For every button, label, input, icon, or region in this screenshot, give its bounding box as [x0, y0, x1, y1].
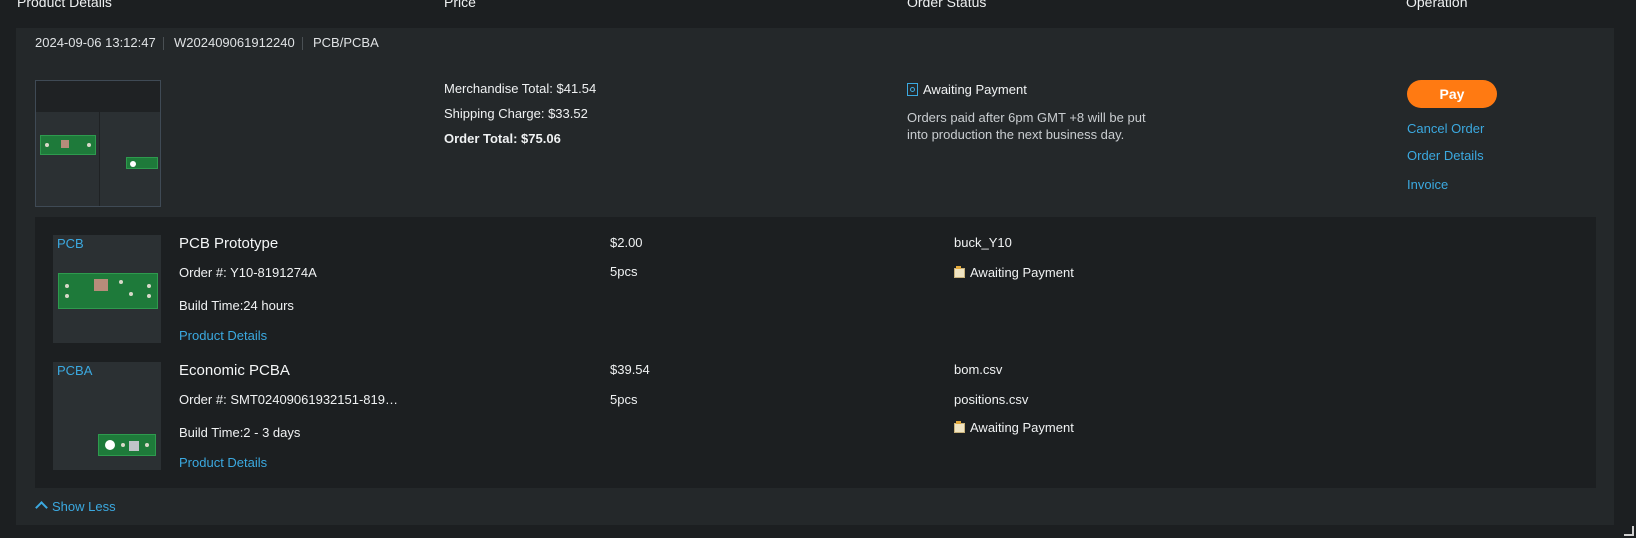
header-operation: Operation — [1406, 0, 1468, 10]
pcb-image — [58, 273, 158, 309]
header-product-details: Product Details — [17, 0, 112, 10]
doc-search-icon — [907, 83, 918, 96]
item-thumbnail[interactable]: PCBA — [53, 362, 161, 470]
show-less-toggle[interactable]: Show Less — [35, 499, 116, 514]
header-price: Price — [444, 0, 476, 10]
order-status: Awaiting Payment — [907, 82, 1027, 97]
item-file[interactable]: positions.csv — [954, 392, 1028, 407]
item-build-time: Build Time:24 hours — [179, 298, 294, 313]
order-total: Order Total: $75.06 — [444, 131, 561, 146]
item-title: PCB Prototype — [179, 235, 279, 252]
folder-icon — [954, 421, 965, 433]
cancel-order-link[interactable]: Cancel Order — [1407, 121, 1484, 136]
pcba-image — [126, 157, 158, 169]
item-quantity: 5pcs — [610, 392, 638, 407]
order-details-link[interactable]: Order Details — [1407, 148, 1484, 163]
shipping-charge: Shipping Charge: $33.52 — [444, 106, 588, 121]
pcba-image — [98, 434, 156, 456]
meta-divider — [163, 37, 164, 50]
item-tag: PCBA — [57, 363, 93, 378]
meta-divider — [302, 37, 303, 50]
item-build-time: Build Time:2 - 3 days — [179, 425, 301, 440]
item-file[interactable]: bom.csv — [954, 362, 1002, 377]
item-price: $39.54 — [610, 362, 650, 377]
item-price: $2.00 — [610, 235, 643, 250]
order-id: W202409061912240 — [174, 35, 295, 50]
item-thumbnail[interactable]: PCB — [53, 235, 161, 343]
invoice-link[interactable]: Invoice — [1407, 177, 1448, 192]
item-file[interactable]: buck_Y10 — [954, 235, 1012, 250]
product-details-link[interactable]: Product Details — [179, 455, 267, 470]
item-quantity: 5pcs — [610, 264, 638, 279]
header-order-status: Order Status — [907, 0, 987, 10]
chevron-up-icon — [35, 501, 48, 514]
order-thumbnail[interactable] — [35, 80, 161, 207]
item-status: Awaiting Payment — [954, 265, 1074, 280]
pcb-image — [40, 135, 96, 155]
pay-button[interactable]: Pay — [1407, 80, 1497, 108]
resize-handle[interactable] — [1624, 526, 1636, 538]
status-note: Orders paid after 6pm GMT +8 will be put… — [907, 110, 1146, 142]
item-status: Awaiting Payment — [954, 420, 1074, 435]
order-category: PCB/PCBA — [313, 35, 379, 50]
product-details-link[interactable]: Product Details — [179, 328, 267, 343]
item-order-number: Order #: SMT02409061932151-819… — [179, 392, 398, 407]
folder-icon — [954, 266, 965, 278]
merchandise-total: Merchandise Total: $41.54 — [444, 81, 597, 96]
item-tag: PCB — [57, 236, 84, 251]
order-datetime: 2024-09-06 13:12:47 — [35, 35, 156, 50]
item-title: Economic PCBA — [179, 362, 290, 379]
item-order-number: Order #: Y10-8191274A — [179, 265, 317, 280]
order-status-label: Awaiting Payment — [923, 82, 1027, 97]
order-items-panel — [35, 217, 1596, 488]
